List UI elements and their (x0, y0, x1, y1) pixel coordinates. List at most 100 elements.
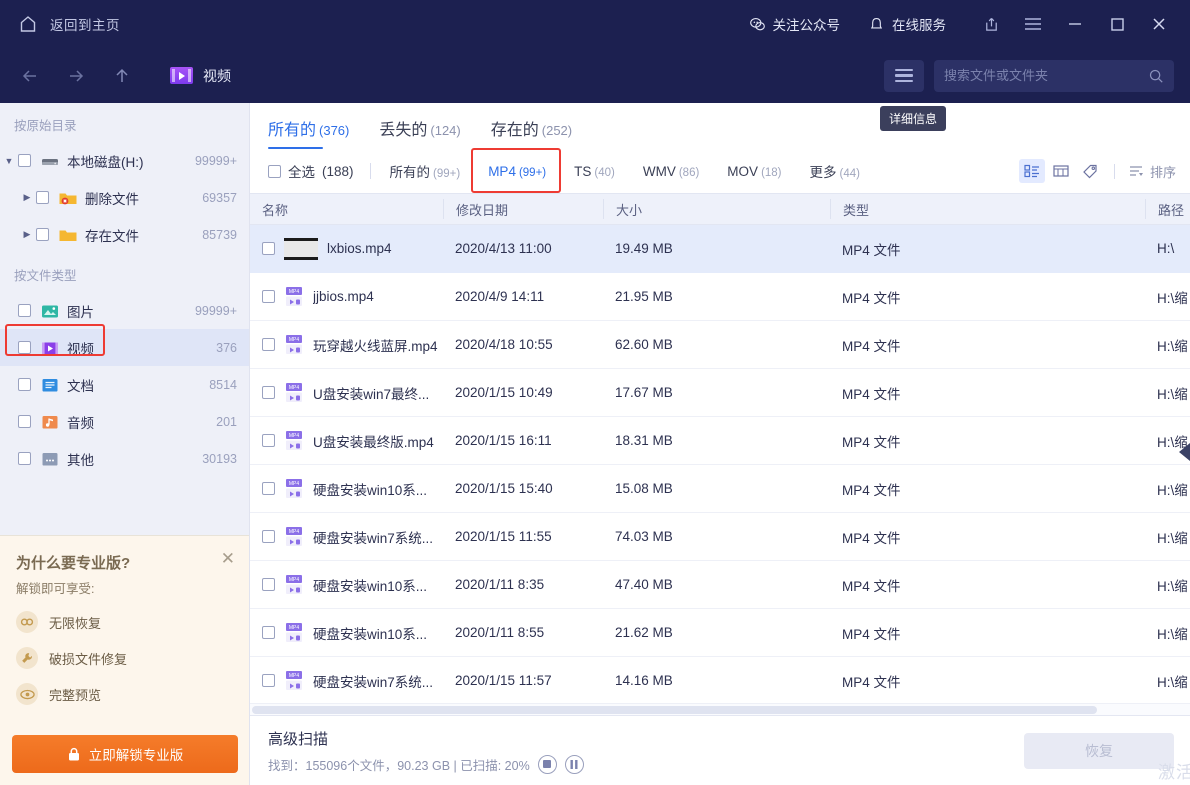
checkbox-existing-files[interactable] (36, 228, 49, 241)
grid-view-button[interactable] (1048, 159, 1074, 183)
checkbox-audio[interactable] (18, 415, 31, 428)
filter-chip-all[interactable]: 所有的 (99+) (387, 157, 464, 185)
table-row[interactable]: MP4 U盘安装win7最终... 2020/1/15 10:49 17.67 … (250, 369, 1190, 417)
svg-text:MP4: MP4 (289, 289, 300, 295)
promo-close-icon[interactable]: ✕ (221, 550, 235, 567)
table-row[interactable]: MP4 硬盘安装win10系... 2020/1/11 8:35 47.40 M… (250, 561, 1190, 609)
checkbox-documents[interactable] (18, 378, 31, 391)
sidebar-item-images[interactable]: 图片 99999+ (0, 292, 249, 329)
checkbox-row-6[interactable] (262, 530, 275, 543)
sidebar-item-local-disk[interactable]: ▼ 本地磁盘(H:) 99999+ (0, 142, 249, 179)
unlock-pro-button[interactable]: 立即解锁专业版 (12, 735, 238, 773)
chevron-down-icon[interactable]: ▼ (0, 156, 18, 166)
checkbox-row-0[interactable] (262, 242, 275, 255)
checkbox-row-3[interactable] (262, 386, 275, 399)
wechat-follow-button[interactable]: 关注公众号 (735, 0, 855, 48)
search-box[interactable] (934, 59, 1174, 92)
row-name-cell: MP4 硬盘安装win10系... (250, 574, 443, 595)
recover-button[interactable]: 恢复 (1024, 732, 1174, 769)
status-tabs: 所有的 (376) 丢失的 (124) 存在的 (252) (250, 103, 1190, 149)
checkbox-row-9[interactable] (262, 674, 275, 687)
list-view-button[interactable] (1018, 159, 1045, 183)
checkbox-row-8[interactable] (262, 626, 275, 639)
stop-scan-button[interactable] (537, 754, 557, 774)
chevron-right-icon-deleted[interactable]: ▶ (18, 192, 36, 203)
close-icon (1153, 18, 1165, 30)
select-all-control[interactable]: 全选 (188) (268, 161, 354, 181)
filter-chip-mov[interactable]: MOV (18) (724, 160, 784, 183)
checkbox-others[interactable] (18, 452, 31, 465)
svg-text:MP4: MP4 (289, 433, 300, 439)
tab-existing[interactable]: 存在的 (252) (491, 116, 572, 149)
pause-scan-button[interactable] (564, 754, 584, 774)
checkbox-row-1[interactable] (262, 290, 275, 303)
table-row[interactable]: MP4 硬盘安装win10系... 2020/1/11 8:55 21.62 M… (250, 609, 1190, 657)
filter-chip-ts[interactable]: TS (40) (571, 160, 618, 183)
app-window: 返回到主页 关注公众号 在线服务 视频 搜索文件或文件夹 详细信息 按原始目录 … (0, 0, 1190, 785)
column-header-path[interactable]: 路径 (1145, 199, 1190, 219)
table-row[interactable]: MP4 硬盘安装win7系统... 2020/1/15 11:55 74.03 … (250, 513, 1190, 561)
column-header-type[interactable]: 类型 (830, 199, 1145, 219)
filter-chip-mp4[interactable]: MP4 (99+) (471, 147, 562, 193)
up-button[interactable] (102, 56, 142, 96)
details-toggle-button[interactable] (884, 59, 924, 92)
sidebar-item-documents[interactable]: 文档 8514 (0, 366, 249, 403)
main-content: 所有的 (376) 丢失的 (124) 存在的 (252) 全选 (188) 所有的(… (250, 103, 1190, 785)
sidebar-count-existing-files: 85739 (202, 227, 237, 242)
table-row[interactable]: lxbios.mp4 2020/4/13 11:00 19.49 MB MP4 … (250, 225, 1190, 273)
minimize-button[interactable] (1054, 0, 1096, 48)
tab-lost[interactable]: 丢失的 (124) (379, 116, 460, 149)
back-to-home-button[interactable]: 返回到主页 (18, 0, 120, 48)
row-name-cell: MP4 U盘安装最终版.mp4 (250, 430, 443, 451)
column-header-size[interactable]: 大小 (603, 199, 830, 219)
maximize-button[interactable] (1096, 0, 1138, 48)
infinity-icon (16, 611, 38, 633)
sidebar-item-audio[interactable]: 音频 201 (0, 403, 249, 440)
file-size: 15.08 MB (615, 481, 673, 496)
chevron-right-icon-existing[interactable]: ▶ (18, 229, 36, 240)
close-button[interactable] (1138, 0, 1180, 48)
table-row[interactable]: MP4 玩穿越火线蓝屏.mp4 2020/4/18 10:55 62.60 MB… (250, 321, 1190, 369)
table-row[interactable]: MP4 jjbios.mp4 2020/4/9 14:11 21.95 MB M… (250, 273, 1190, 321)
sort-button[interactable]: 排序 (1128, 162, 1176, 181)
checkbox-images[interactable] (18, 304, 31, 317)
checkbox-row-2[interactable] (262, 338, 275, 351)
horizontal-scrollbar[interactable] (250, 703, 1190, 715)
forward-button[interactable] (56, 56, 96, 96)
breadcrumb[interactable]: 视频 (170, 66, 231, 86)
table-row[interactable]: MP4 U盘安装最终版.mp4 2020/1/15 16:11 18.31 MB… (250, 417, 1190, 465)
tab-existing-count: (252) (541, 123, 573, 138)
checkbox-videos[interactable] (18, 341, 31, 354)
main-menu-button[interactable] (1012, 0, 1054, 48)
search-input[interactable] (944, 68, 1148, 83)
table-row[interactable]: MP4 硬盘安装win7系统... 2020/1/15 11:57 14.16 … (250, 657, 1190, 703)
online-service-button[interactable]: 在线服务 (854, 0, 960, 48)
tab-all[interactable]: 所有的 (376) (268, 116, 349, 149)
tag-button[interactable] (1077, 159, 1103, 183)
horizontal-scrollbar-thumb[interactable] (252, 705, 1097, 714)
search-icon[interactable] (1148, 68, 1164, 84)
checkbox-row-4[interactable] (262, 434, 275, 447)
row-expand-arrow-icon[interactable] (1179, 443, 1190, 461)
sidebar-item-deleted-files[interactable]: ▶ 删除文件 69357 (0, 179, 249, 216)
checkbox-local-disk[interactable] (18, 154, 31, 167)
column-header-name[interactable]: 名称 (250, 199, 443, 219)
hamburger-menu-icon (1025, 18, 1041, 30)
back-button[interactable] (10, 56, 50, 96)
filter-chip-wmv[interactable]: WMV (86) (640, 160, 702, 183)
sidebar-item-others[interactable]: 其他 30193 (0, 440, 249, 477)
checkbox-row-5[interactable] (262, 482, 275, 495)
share-button[interactable] (970, 0, 1012, 48)
checkbox-select-all[interactable] (268, 164, 281, 178)
column-header-date[interactable]: 修改日期 (443, 199, 603, 219)
filter-chip-more[interactable]: 更多 (44) (807, 157, 863, 185)
file-path: H:\缩 (1157, 674, 1188, 690)
file-path: H:\缩 (1157, 386, 1188, 402)
checkbox-deleted-files[interactable] (36, 191, 49, 204)
checkbox-row-7[interactable] (262, 578, 275, 591)
arrow-right-icon (70, 69, 84, 82)
sidebar-label-existing-files: 存在文件 (85, 228, 139, 244)
sidebar-item-videos[interactable]: 视频 376 (0, 329, 249, 366)
table-row[interactable]: MP4 硬盘安装win10系... 2020/1/15 15:40 15.08 … (250, 465, 1190, 513)
sidebar-item-existing-files[interactable]: ▶ 存在文件 85739 (0, 216, 249, 253)
